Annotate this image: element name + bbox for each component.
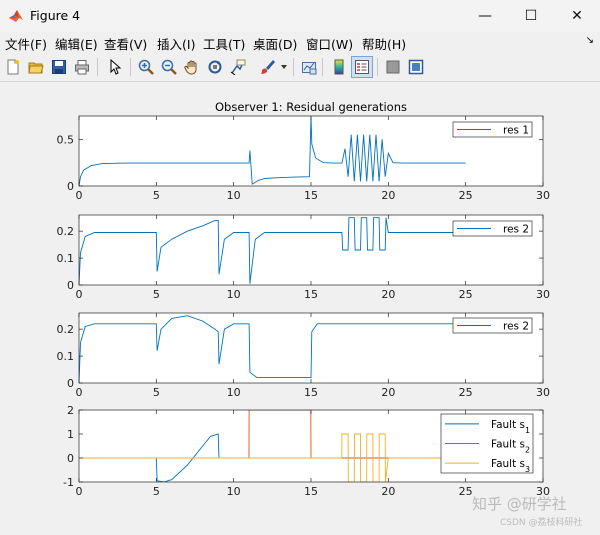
watermark-sub: CSDN @荔枝科研社 — [500, 518, 583, 528]
y-tick-label: 0.2 — [57, 323, 75, 336]
menu-tools[interactable]: 工具(T) — [203, 34, 245, 53]
x-tick-label: 10 — [227, 386, 241, 399]
save-icon[interactable] — [48, 56, 70, 78]
menu-insert[interactable]: 插入(I) — [157, 34, 195, 53]
axes-2: 0 5 10 15 20 25 30 0 0.1 0.2 res 2 — [57, 214, 550, 301]
toolbar-separator — [377, 58, 378, 76]
toolbar-separator — [293, 58, 294, 76]
y-tick-label: 0 — [67, 279, 74, 292]
minimize-button[interactable]: — — [462, 0, 508, 32]
y-tick-label: 1 — [67, 428, 74, 441]
x-tick-label: 25 — [459, 386, 473, 399]
y-tick-label: 0 — [67, 452, 74, 465]
hide-plot-tools-icon[interactable] — [382, 56, 404, 78]
x-tick-label: 5 — [153, 288, 160, 301]
menu-desktop[interactable]: 桌面(D) — [253, 34, 297, 53]
menu-bar: 文件(F) 编辑(E) 查看(V) 插入(I) 工具(T) 桌面(D) 窗口(W… — [0, 32, 600, 53]
menu-file[interactable]: 文件(F) — [5, 34, 47, 53]
insert-colorbar-icon[interactable] — [328, 56, 350, 78]
data-cursor-icon[interactable] — [227, 56, 249, 78]
link-plot-icon[interactable] — [298, 56, 320, 78]
y-tick-label: 0 — [67, 377, 74, 390]
legend-label-1: res 2 — [503, 321, 529, 333]
toolbar-separator — [130, 58, 131, 76]
title-bar[interactable]: Figure 4 — ☐ ✕ — [0, 0, 600, 32]
watermark-main: 知乎 @研学社 — [472, 495, 567, 513]
x-tick-label: 15 — [304, 485, 318, 498]
x-tick-label: 20 — [381, 386, 395, 399]
legend-label-1: res 1 — [503, 125, 529, 137]
brush-dropdown-icon[interactable] — [278, 56, 290, 78]
open-file-icon[interactable] — [25, 56, 47, 78]
menu-edit[interactable]: 编辑(E) — [55, 34, 98, 53]
y-tick-label: -1 — [63, 476, 74, 489]
x-tick-label: 5 — [153, 386, 160, 399]
zoom-in-icon[interactable] — [135, 56, 157, 78]
minimize-icon: — — [478, 8, 492, 24]
menu-help[interactable]: 帮助(H) — [362, 34, 406, 53]
matlab-logo-icon — [9, 10, 23, 22]
legend: res 2 — [452, 220, 533, 237]
y-tick-label: 0.5 — [57, 133, 75, 146]
x-tick-label: 20 — [381, 189, 395, 202]
x-tick-label: 10 — [227, 485, 241, 498]
maximize-button[interactable]: ☐ — [508, 0, 554, 32]
brush-icon[interactable] — [256, 56, 278, 78]
close-icon: ✕ — [571, 8, 583, 24]
show-plot-tools-icon[interactable] — [405, 56, 427, 78]
figure-plot-area: Observer 1: Residual generations0 5 10 15 20… — [57, 100, 551, 498]
x-tick-label: 15 — [304, 386, 318, 399]
y-tick-label: 0.1 — [57, 350, 75, 363]
print-icon[interactable] — [71, 56, 93, 78]
x-tick-label: 20 — [381, 485, 395, 498]
x-tick-label: 30 — [536, 386, 550, 399]
x-tick-label: 20 — [381, 288, 395, 301]
figure-canvas: Observer 1: Residual generations 0 5 10 15 20… — [0, 82, 600, 531]
menu-window[interactable]: 窗口(W) — [306, 34, 353, 53]
x-tick-label: 10 — [227, 288, 241, 301]
close-button[interactable]: ✕ — [554, 0, 600, 32]
y-tick-label: 2 — [67, 404, 74, 417]
axes-3: 0 5 10 15 20 25 30 0 0.1 0.2 res 2 — [57, 312, 550, 399]
y-tick-label: 0.1 — [57, 252, 75, 265]
x-tick-label: 30 — [536, 288, 550, 301]
x-tick-label: 0 — [76, 386, 83, 399]
x-tick-label: 0 — [76, 189, 83, 202]
chart-title: Observer 1: Residual generations — [215, 100, 407, 114]
toolbar-separator — [322, 58, 323, 76]
figure-toolbar — [0, 53, 600, 82]
x-tick-label: 15 — [304, 189, 318, 202]
rotate-3d-icon[interactable] — [204, 56, 226, 78]
x-tick-label: 25 — [459, 189, 473, 202]
legend: Fault s1Fault s2Fault s3 — [440, 413, 534, 474]
x-tick-label: 0 — [76, 288, 83, 301]
x-tick-label: 5 — [153, 485, 160, 498]
axes-4: 0 5 10 15 20 25 30-1012Fault s1Fault s2Fault s… — [63, 404, 550, 498]
window-title: Figure 4 — [30, 8, 81, 23]
y-tick-label: 0 — [67, 180, 74, 193]
axes-1: Observer 1: Residual generations 0 5 10 15 20… — [57, 100, 551, 202]
legend: res 2 — [452, 317, 533, 334]
x-tick-label: 25 — [459, 288, 473, 301]
zoom-out-icon[interactable] — [158, 56, 180, 78]
x-tick-label: 5 — [153, 189, 160, 202]
x-tick-label: 30 — [536, 189, 550, 202]
toolbar-separator — [97, 58, 98, 76]
dock-arrow-icon[interactable]: ↘ — [586, 35, 594, 46]
insert-legend-icon[interactable] — [351, 56, 373, 78]
x-tick-label: 10 — [227, 189, 241, 202]
x-tick-label: 0 — [76, 485, 83, 498]
new-figure-icon[interactable] — [2, 56, 24, 78]
x-tick-label: 15 — [304, 288, 318, 301]
menu-view[interactable]: 查看(V) — [104, 34, 147, 53]
legend-label-1: res 2 — [503, 224, 529, 236]
pointer-icon[interactable] — [104, 56, 126, 78]
pan-icon[interactable] — [181, 56, 203, 78]
maximize-icon: ☐ — [524, 8, 538, 24]
x-tick-label: 25 — [459, 485, 473, 498]
legend: res 1 — [452, 121, 533, 138]
y-tick-label: 0.2 — [57, 225, 75, 238]
